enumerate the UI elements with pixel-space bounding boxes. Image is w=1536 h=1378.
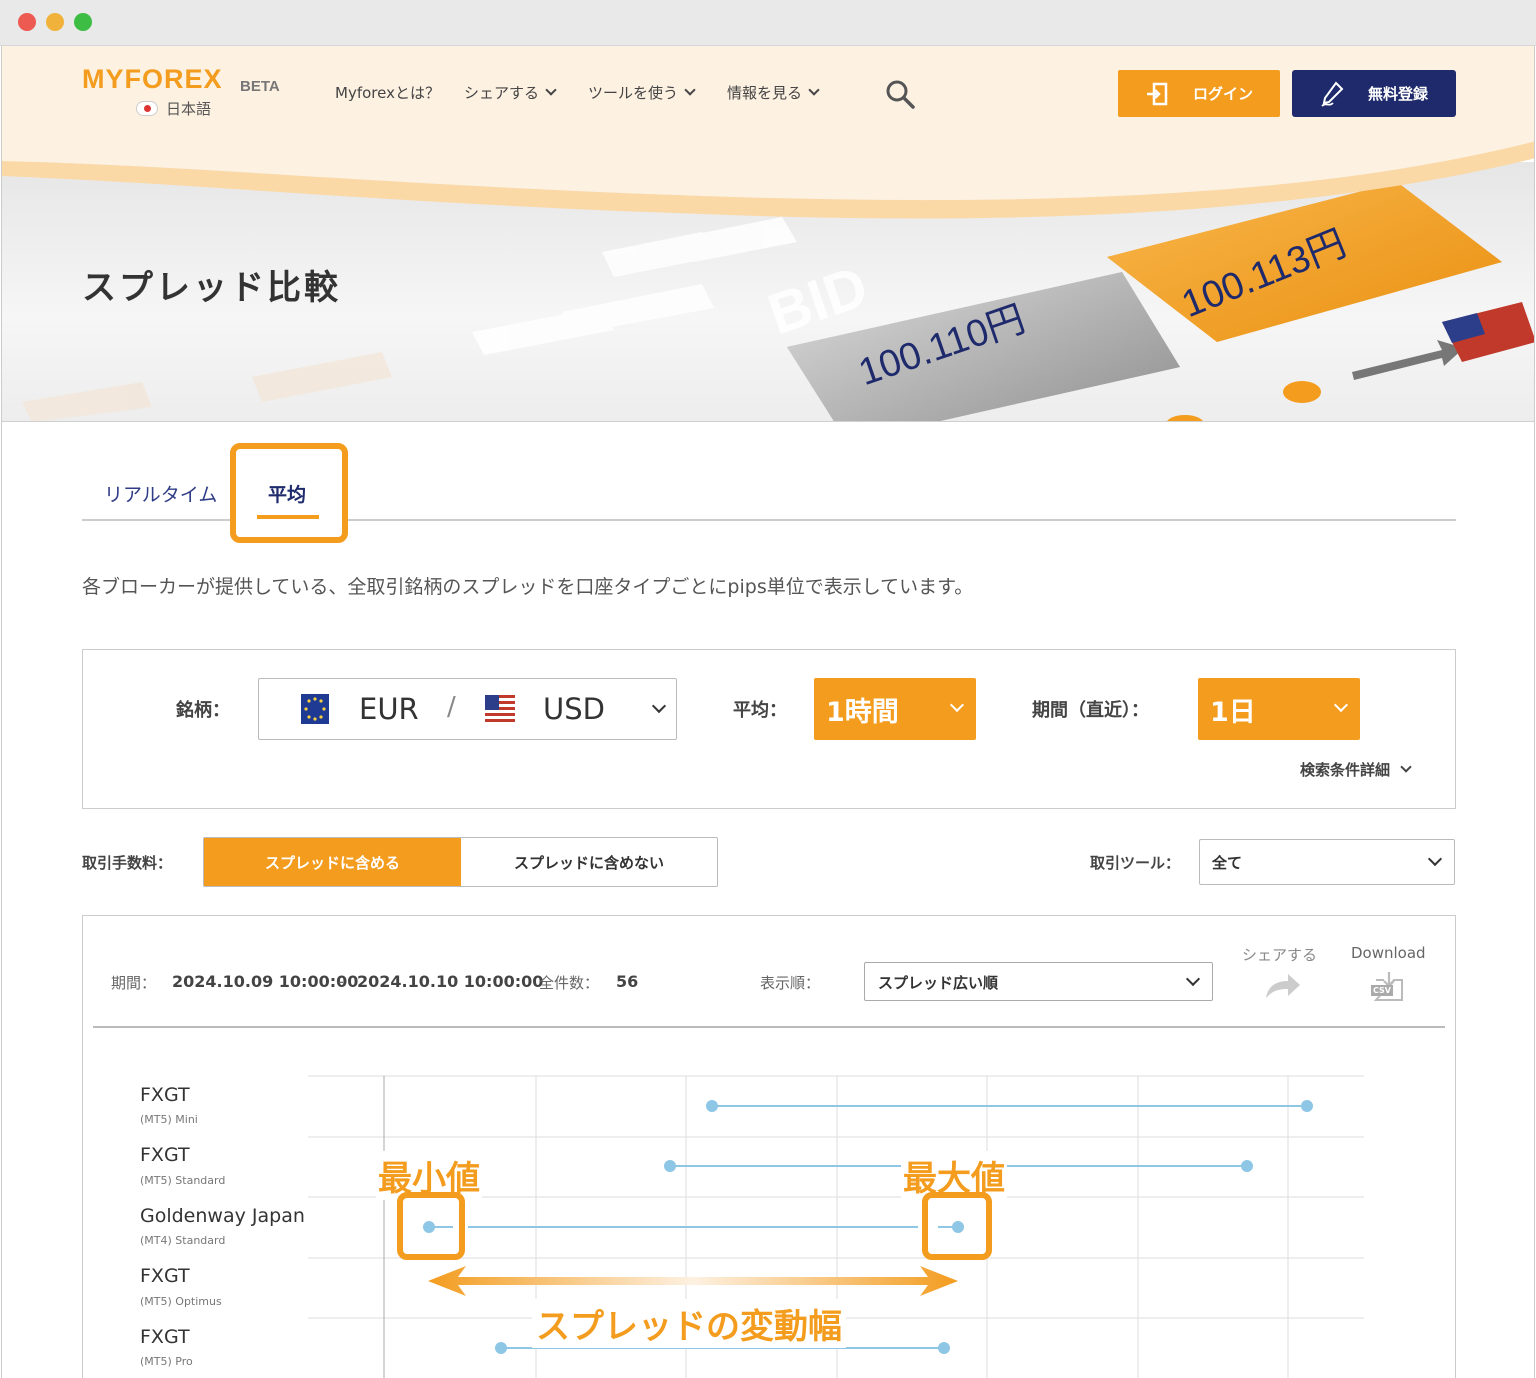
broker-name: Goldenway Japan — [140, 1205, 305, 1227]
base-currency: EUR — [359, 692, 419, 726]
count-value: 56 — [616, 972, 639, 991]
page-description: 各ブローカーが提供している、全取引銘柄のスプレッドを口座タイプごとにpips単位… — [82, 576, 974, 598]
page-frame: BID 100.110円 100.113円 スプレッド比較 MYFOREX BE… — [1, 46, 1535, 1378]
average-value: 1時間 — [826, 697, 899, 728]
count-label: 全件数： — [539, 974, 600, 992]
chevron-down-icon — [1400, 761, 1412, 773]
sort-label: 表示順： — [760, 974, 821, 992]
csv-download-icon[interactable]: CSV — [1370, 972, 1406, 1002]
nav-about-label: Myforexとは？ — [335, 84, 440, 102]
result-period-start: 2024.10.09 10:00:00 — [172, 972, 359, 991]
max-value-highlight — [922, 1192, 992, 1260]
register-button[interactable]: 無料登録 — [1292, 70, 1456, 117]
broker-name: FXGT — [140, 1326, 190, 1348]
period-label: 期間（直近）： — [1032, 700, 1149, 721]
account-type: (MT5) Standard — [140, 1174, 226, 1187]
chevron-down-icon — [1185, 971, 1201, 987]
window-titlebar — [0, 0, 1536, 46]
pen-sign-icon — [1321, 80, 1344, 107]
sort-value: スプレッド広い順 — [878, 974, 999, 992]
minimize-window-icon[interactable] — [46, 13, 64, 31]
chevron-down-icon — [651, 698, 667, 714]
close-window-icon[interactable] — [18, 13, 36, 31]
period-value: 1日 — [1210, 697, 1256, 728]
quote-currency: USD — [543, 692, 605, 726]
result-period-end: 2024.10.10 10:00:00 — [357, 972, 544, 991]
chevron-down-icon — [808, 84, 820, 96]
account-type: (MT5) Pro — [140, 1355, 193, 1368]
commission-label: 取引手数料： — [82, 854, 173, 872]
search-details-toggle[interactable]: 検索条件詳細 — [1300, 759, 1412, 780]
range-arrow-icon — [428, 1266, 958, 1296]
maximize-window-icon[interactable] — [74, 13, 92, 31]
nav-share[interactable]: シェアする — [464, 82, 557, 103]
period-select[interactable]: 1日 — [1198, 678, 1360, 740]
tab-realtime[interactable]: リアルタイム — [104, 480, 217, 507]
login-label: ログイン — [1192, 85, 1253, 103]
nav-share-label: シェアする — [464, 84, 540, 102]
nav-info[interactable]: 情報を見る — [727, 82, 820, 103]
register-label: 無料登録 — [1367, 85, 1428, 103]
tab-average[interactable]: 平均 — [268, 480, 306, 507]
account-type: (MT5) Optimus — [140, 1295, 222, 1308]
nav-info-label: 情報を見る — [727, 84, 803, 102]
result-period-dash: - — [338, 972, 344, 991]
exclude-commission-button[interactable]: スプレッドに含めない — [461, 838, 717, 886]
login-button[interactable]: ログイン — [1118, 70, 1280, 117]
include-commission-button[interactable]: スプレッドに含める — [204, 838, 461, 886]
share-label: シェアする — [1242, 946, 1318, 964]
commission-toggle: スプレッドに含める スプレッドに含めない — [203, 837, 718, 887]
sort-select[interactable]: スプレッド広い順 — [864, 962, 1213, 1001]
average-label: 平均： — [733, 700, 787, 721]
nav-about[interactable]: Myforexとは？ — [335, 82, 440, 103]
site-logo[interactable]: MYFOREX — [82, 64, 223, 95]
search-details-label: 検索条件詳細 — [1300, 761, 1391, 779]
spread-range-annotation: スプレッドの変動幅 — [532, 1299, 846, 1348]
hero-divider — [2, 421, 1534, 422]
japan-flag-icon — [136, 101, 158, 116]
trading-tool-label: 取引ツール： — [1090, 854, 1181, 872]
broker-name: FXGT — [140, 1084, 190, 1106]
broker-name: FXGT — [140, 1144, 190, 1166]
chevron-down-icon — [684, 84, 696, 96]
account-type: (MT5) Mini — [140, 1113, 198, 1126]
pair-separator: / — [447, 692, 456, 722]
trading-tool-value: 全て — [1212, 854, 1243, 872]
broker-name: FXGT — [140, 1265, 190, 1287]
language-label: 日本語 — [166, 100, 212, 118]
beta-badge: BETA — [240, 78, 280, 95]
nav-tools[interactable]: ツールを使う — [588, 82, 696, 103]
us-flag-icon — [485, 695, 515, 722]
chevron-down-icon — [949, 697, 965, 713]
trading-tool-select[interactable]: 全て — [1199, 839, 1455, 885]
language-selector[interactable]: 日本語 — [136, 98, 211, 119]
symbol-label: 銘柄： — [176, 700, 230, 721]
search-icon[interactable] — [885, 79, 917, 111]
symbol-select[interactable]: EUR / USD — [258, 678, 677, 740]
csv-label: CSV — [1371, 985, 1393, 996]
eu-flag-icon — [301, 694, 329, 724]
login-icon — [1146, 82, 1168, 105]
download-label: Download — [1351, 944, 1426, 962]
min-value-highlight — [397, 1192, 465, 1260]
chevron-down-icon — [545, 84, 557, 96]
nav-tools-label: ツールを使う — [588, 84, 679, 102]
account-type: (MT4) Standard — [140, 1234, 226, 1247]
result-period-label: 期間： — [111, 974, 157, 992]
share-arrow-icon[interactable] — [1264, 972, 1302, 1000]
tab-average-underline — [257, 515, 319, 519]
average-select[interactable]: 1時間 — [814, 678, 976, 740]
chevron-down-icon — [1333, 697, 1349, 713]
results-divider — [93, 1026, 1445, 1028]
chevron-down-icon — [1427, 851, 1443, 867]
